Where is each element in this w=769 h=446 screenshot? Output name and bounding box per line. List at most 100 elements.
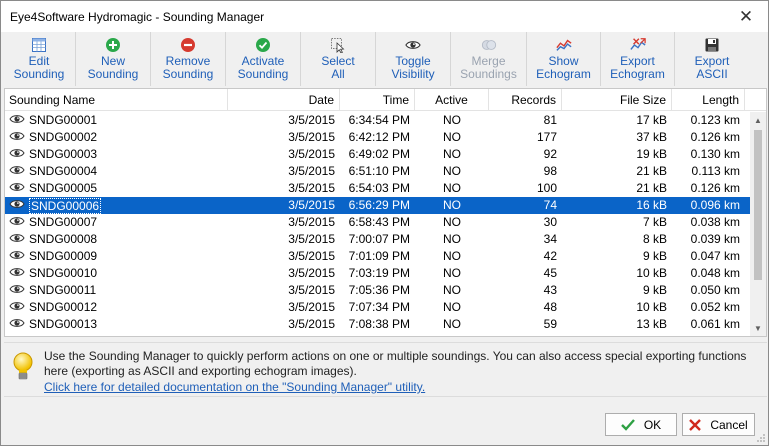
table-row[interactable]: SNDG00004 3/5/2015 6:51:10 PM NO 98 21 kB 0.11… (5, 163, 750, 180)
toolbar-button-toggle-visibility[interactable]: Toggle Visibility (376, 32, 451, 86)
table-row[interactable]: SNDG00001 3/5/2015 6:34:54 PM NO 81 17 kB 0.12… (5, 112, 750, 129)
table-row[interactable]: SNDG00005 3/5/2015 6:54:03 PM NO 100 21 kB 0.1… (5, 180, 750, 197)
column-header-active[interactable]: Active (415, 89, 489, 111)
cell-sounding-name[interactable]: SNDG00007 (5, 214, 228, 231)
visibility-eye-icon[interactable] (9, 248, 29, 265)
column-header-time[interactable]: Time (340, 89, 415, 111)
cell-date: 3/5/2015 (288, 198, 335, 212)
cell-file-size: 9 kB (642, 283, 667, 297)
cell-time: 7:05:36 PM (348, 283, 410, 297)
cell-file-size: 8 kB (642, 232, 667, 246)
cell-records: 177 (536, 130, 557, 144)
visibility-eye-icon[interactable] (9, 299, 29, 316)
scroll-thumb[interactable] (754, 130, 762, 280)
toolbar-button-edit-sounding[interactable]: Edit Sounding (3, 32, 76, 86)
cell-sounding-name[interactable]: SNDG00008 (5, 231, 228, 248)
cell-active: NO (443, 283, 461, 297)
scroll-down-icon[interactable]: ▼ (750, 320, 766, 336)
cell-sounding-name[interactable]: SNDG00002 (5, 129, 228, 146)
column-header-length[interactable]: Length (672, 89, 745, 111)
cell-date: 3/5/2015 (288, 283, 335, 297)
cell-sounding-name[interactable]: SNDG00010 (5, 265, 228, 282)
table-row[interactable]: SNDG00007 3/5/2015 6:58:43 PM NO 30 7 kB 0.038… (5, 214, 750, 231)
cell-date: 3/5/2015 (288, 232, 335, 246)
cell-date: 3/5/2015 (288, 147, 335, 161)
column-header-file-size[interactable]: File Size (562, 89, 672, 111)
cell-sounding-name[interactable]: SNDG00004 (5, 163, 228, 180)
toolbar: Edit Sounding New Sounding Remove Sounding… (1, 32, 768, 86)
ok-button[interactable]: OK (605, 413, 677, 436)
sounding-name: SNDG00011 (29, 283, 97, 297)
cell-sounding-name[interactable]: SNDG00013 (5, 316, 228, 333)
table-row[interactable]: SNDG00009 3/5/2015 7:01:09 PM NO 42 9 kB 0.047… (5, 248, 750, 265)
echogram-icon (555, 37, 572, 53)
documentation-link[interactable]: Click here for detailed documentation on… (44, 380, 425, 394)
column-header-date[interactable]: Date (228, 89, 340, 111)
close-icon[interactable]: ✕ (724, 1, 768, 32)
visibility-eye-icon[interactable] (9, 282, 29, 299)
table-row[interactable]: SNDG00011 3/5/2015 7:05:36 PM NO 43 9 kB 0.050… (5, 282, 750, 299)
cell-sounding-name[interactable]: SNDG00005 (5, 180, 228, 197)
vertical-scrollbar[interactable]: ▲ ▼ (750, 112, 766, 336)
visibility-eye-icon[interactable] (9, 180, 29, 197)
cell-date: 3/5/2015 (288, 113, 335, 127)
cell-records: 98 (543, 164, 557, 178)
scroll-up-icon[interactable]: ▲ (750, 112, 766, 128)
cell-sounding-name[interactable]: SNDG00003 (5, 146, 228, 163)
column-header-name[interactable]: Sounding Name (5, 89, 228, 111)
toolbar-button-activate-sounding[interactable]: Activate Sounding (226, 32, 301, 86)
cell-active: NO (443, 232, 461, 246)
toolbar-button-remove-sounding[interactable]: Remove Sounding (151, 32, 226, 86)
cell-sounding-name[interactable]: SNDG00012 (5, 299, 228, 316)
visibility-eye-icon[interactable] (9, 163, 29, 180)
soundings-table[interactable]: Sounding Name Date Time Active Records F… (4, 88, 767, 337)
cancel-x-icon (689, 418, 702, 431)
sounding-manager-window: Eye4Software Hydromagic - Sounding Manag… (0, 0, 769, 446)
column-header-records[interactable]: Records (489, 89, 562, 111)
visibility-eye-icon[interactable] (9, 197, 29, 214)
resize-grip-icon[interactable] (756, 433, 766, 443)
cell-sounding-name[interactable]: SNDG00006 (5, 197, 228, 214)
cell-sounding-name[interactable]: SNDG00011 (5, 282, 228, 299)
toolbar-button-show-echogram[interactable]: Show Echogram (527, 32, 601, 86)
cell-active: NO (443, 249, 461, 263)
table-row[interactable]: SNDG00002 3/5/2015 6:42:12 PM NO 177 37 kB 0.1… (5, 129, 750, 146)
cell-sounding-name[interactable]: SNDG00001 (5, 112, 228, 129)
toolbar-button-export-echogram[interactable]: Export Echogram (601, 32, 675, 86)
cell-file-size: 9 kB (642, 249, 667, 263)
visibility-eye-icon[interactable] (9, 129, 29, 146)
cell-date: 3/5/2015 (288, 215, 335, 229)
table-row[interactable]: SNDG00003 3/5/2015 6:49:02 PM NO 92 19 kB 0.13… (5, 146, 750, 163)
cell-sounding-name[interactable]: SNDG00009 (5, 248, 228, 265)
toolbar-button-label: Remove Sounding (162, 54, 214, 81)
cancel-button[interactable]: Cancel (682, 413, 755, 436)
cell-records: 81 (543, 113, 557, 127)
table-row[interactable]: SNDG00008 3/5/2015 7:00:07 PM NO 34 8 kB 0.039… (5, 231, 750, 248)
visibility-eye-icon[interactable] (9, 146, 29, 163)
table-row[interactable]: SNDG00010 3/5/2015 7:03:19 PM NO 45 10 kB 0.04… (5, 265, 750, 282)
toolbar-button-label: New Sounding (87, 54, 139, 81)
toolbar-button-new-sounding[interactable]: New Sounding (76, 32, 151, 86)
table-header: Sounding Name Date Time Active Records F… (5, 89, 766, 111)
table-row[interactable]: SNDG00006 3/5/2015 6:56:29 PM NO 74 16 kB 0.09… (5, 197, 750, 214)
cell-time: 6:34:54 PM (348, 113, 410, 127)
table-row[interactable]: SNDG00012 3/5/2015 7:07:34 PM NO 48 10 kB 0.05… (5, 299, 750, 316)
cell-length: 0.113 km (691, 164, 740, 178)
visibility-eye-icon[interactable] (9, 316, 29, 333)
visibility-eye-icon[interactable] (9, 231, 29, 248)
visibility-eye-icon[interactable] (9, 112, 29, 129)
sounding-name: SNDG00013 (29, 317, 98, 331)
sounding-name: SNDG00005 (29, 181, 98, 195)
cell-date: 3/5/2015 (288, 130, 335, 144)
table-row[interactable]: SNDG00013 3/5/2015 7:08:38 PM NO 59 13 kB 0.06… (5, 316, 750, 333)
cell-active: NO (443, 130, 461, 144)
visibility-eye-icon[interactable] (9, 214, 29, 231)
toolbar-button-label: Edit Sounding (13, 54, 65, 81)
visibility-eye-icon[interactable] (9, 265, 29, 282)
toolbar-button-label: Toggle Visibility (391, 54, 435, 81)
cell-length: 0.050 km (690, 283, 740, 297)
toolbar-button-export-ascii[interactable]: Export ASCII (675, 32, 749, 86)
toolbar-button-select-all[interactable]: Select All (301, 32, 376, 86)
cell-date: 3/5/2015 (288, 266, 335, 280)
cell-records: 45 (543, 266, 557, 280)
